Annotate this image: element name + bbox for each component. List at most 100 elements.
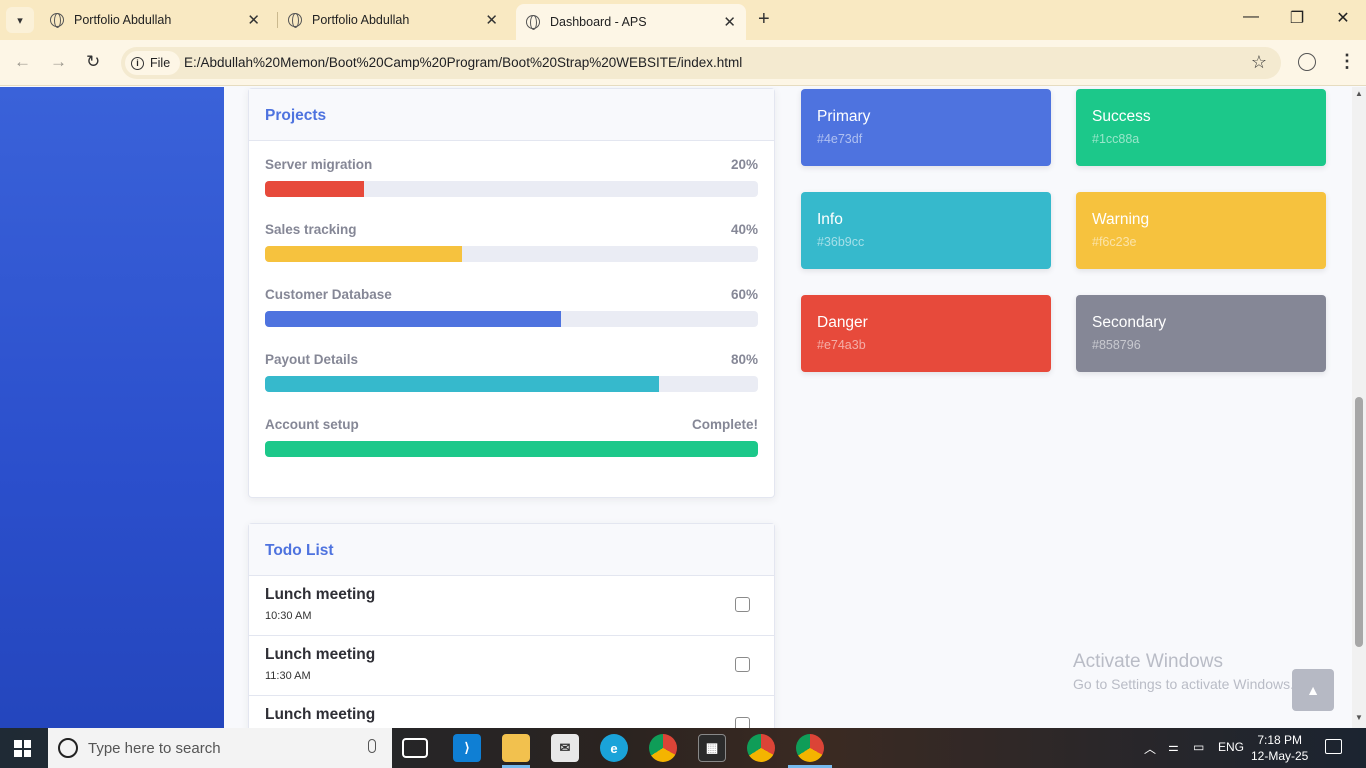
sidebar — [0, 87, 224, 728]
more-menu-icon[interactable]: ⋮ — [1338, 51, 1356, 72]
todo-checkbox[interactable] — [735, 717, 750, 728]
color-name: Success — [1092, 108, 1151, 125]
color-code: #1cc88a — [1092, 132, 1140, 146]
chevron-up-icon: ▲ — [1306, 682, 1320, 698]
globe-icon — [50, 13, 64, 28]
globe-icon — [526, 15, 540, 30]
project-name: Customer Database — [265, 287, 392, 302]
tab-search-button[interactable]: ▾ — [6, 7, 34, 33]
color-name: Warning — [1092, 211, 1150, 228]
color-name: Danger — [817, 314, 868, 331]
microphone-icon[interactable] — [368, 739, 376, 753]
close-icon[interactable]: ✕ — [247, 11, 260, 29]
task-view-icon[interactable] — [402, 738, 428, 758]
color-code: #f6c23e — [1092, 235, 1137, 249]
edge-icon[interactable]: e — [600, 734, 628, 762]
profile-icon[interactable] — [1298, 53, 1316, 71]
taskbar-clock[interactable]: 7:18 PM 12-May-25 — [1251, 732, 1308, 764]
store-icon[interactable]: ▦ — [698, 734, 726, 762]
bookmark-star-icon[interactable]: ☆ — [1251, 52, 1267, 73]
color-card-info: Info #36b9cc — [801, 192, 1051, 269]
color-code: #e74a3b — [817, 338, 866, 352]
todo-checkbox[interactable] — [735, 597, 750, 612]
color-name: Secondary — [1092, 314, 1167, 331]
todo-checkbox[interactable] — [735, 657, 750, 672]
chrome-icon[interactable] — [747, 734, 775, 762]
reload-icon[interactable]: ↻ — [86, 52, 100, 72]
projects-card: Projects Server migration 20% Sales track… — [248, 88, 775, 498]
close-icon[interactable]: ✕ — [485, 11, 498, 29]
site-info-chip[interactable]: i File — [125, 51, 181, 75]
taskbar-search-box[interactable]: Type here to search — [48, 728, 392, 768]
address-bar[interactable]: i File E:/Abdullah%20Memon/Boot%20Camp%2… — [121, 47, 1281, 79]
cortana-icon — [58, 738, 78, 758]
project-item: Server migration 20% — [265, 141, 758, 206]
project-progress-label: 20% — [730, 157, 758, 172]
project-progress-label: 80% — [730, 352, 758, 367]
color-code: #4e73df — [817, 132, 863, 146]
color-card-primary: Primary #4e73df — [801, 89, 1051, 166]
projects-card-title: Projects — [249, 89, 774, 141]
project-progress-label: Complete! — [691, 417, 758, 432]
scroll-to-top-button[interactable]: ▲ — [1292, 669, 1334, 711]
chevron-up-icon[interactable]: ︿ — [1144, 740, 1156, 757]
back-arrow-icon[interactable]: ← — [14, 52, 31, 72]
vscode-icon[interactable]: ⟩ — [453, 734, 481, 762]
color-name: Primary — [817, 108, 871, 125]
site-info-label: File — [150, 56, 171, 70]
notifications-icon[interactable] — [1325, 739, 1342, 754]
todo-item: Lunch meeting 10:30 AM — [249, 576, 774, 636]
new-tab-button[interactable]: + — [758, 8, 770, 31]
info-icon: i — [131, 56, 144, 70]
todo-item: Lunch meeting — [249, 696, 774, 728]
browser-tab-2[interactable]: Portfolio Abdullah ✕ — [278, 5, 508, 35]
progress-fill — [265, 376, 660, 392]
progress-fill — [265, 246, 463, 262]
language-indicator[interactable]: ENG — [1218, 740, 1244, 754]
browser-tab-active[interactable]: Dashboard - APS ✕ — [516, 4, 746, 40]
battery-icon[interactable]: ▭ — [1193, 740, 1204, 754]
window-close-icon[interactable]: ✕ — [1320, 8, 1366, 28]
close-icon[interactable]: ✕ — [723, 13, 736, 31]
progress-bar — [265, 311, 758, 327]
color-card-success: Success #1cc88a — [1076, 89, 1326, 166]
file-explorer-icon[interactable] — [502, 734, 530, 762]
todo-time: 10:30 AM — [265, 610, 312, 622]
restore-icon[interactable]: ❐ — [1274, 8, 1320, 28]
project-item: Payout Details 80% — [265, 336, 758, 401]
forward-arrow-icon[interactable]: → — [50, 52, 67, 72]
watermark-line-1: Activate Windows — [1073, 651, 1223, 672]
progress-bar — [265, 376, 758, 392]
url-text[interactable]: E:/Abdullah%20Memon/Boot%20Camp%20Progra… — [184, 55, 742, 70]
search-placeholder: Type here to search — [88, 739, 221, 757]
chrome-profile-icon[interactable] — [796, 734, 824, 762]
scroll-down-icon[interactable]: ▼ — [1355, 713, 1363, 722]
project-name: Account setup — [265, 417, 359, 432]
todo-title: Lunch meeting — [265, 706, 376, 723]
scrollbar-thumb[interactable] — [1355, 397, 1363, 647]
page-scrollbar[interactable]: ▲ ▼ — [1352, 87, 1366, 728]
mail-icon[interactable]: ✉ — [551, 734, 579, 762]
todo-card-title: Todo List — [249, 524, 774, 576]
progress-bar — [265, 181, 758, 197]
project-name: Server migration — [265, 157, 373, 172]
clock-date: 12-May-25 — [1251, 749, 1309, 763]
tab-title: Portfolio Abdullah — [74, 13, 172, 27]
progress-fill — [265, 311, 561, 327]
activate-windows-watermark: Activate Windows Go to Settings to activ… — [1073, 651, 1294, 692]
network-icon[interactable]: ⚌ — [1168, 740, 1179, 754]
scroll-up-icon[interactable]: ▲ — [1355, 89, 1363, 98]
tab-title: Dashboard - APS — [550, 15, 647, 29]
project-name: Payout Details — [265, 352, 359, 367]
minimize-icon[interactable]: — — [1228, 8, 1274, 26]
project-item: Sales tracking 40% — [265, 206, 758, 271]
chrome-icon[interactable] — [649, 734, 677, 762]
windows-taskbar: Type here to search ⟩ ✉ e ▦ ︿ ⚌ ▭ ENG 7:… — [0, 728, 1366, 768]
projects-list: Server migration 20% Sales tracking 40% Cu… — [249, 141, 774, 466]
clock-time: 7:18 PM — [1257, 733, 1303, 747]
project-progress-label: 40% — [730, 222, 758, 237]
windows-start-icon[interactable] — [14, 740, 31, 757]
watermark-line-2: Go to Settings to activate Windows. — [1073, 676, 1294, 692]
color-code: #36b9cc — [817, 235, 865, 249]
browser-tab-1[interactable]: Portfolio Abdullah ✕ — [40, 5, 270, 35]
